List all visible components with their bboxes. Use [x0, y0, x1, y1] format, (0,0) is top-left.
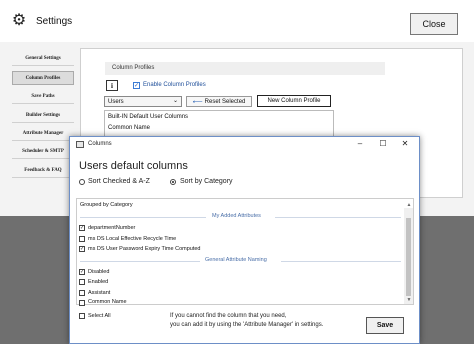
enable-column-profiles-checkbox[interactable]: ✓ — [133, 82, 140, 89]
scroll-up-icon[interactable]: ▲ — [405, 202, 413, 208]
settings-title: Settings — [36, 16, 73, 27]
save-button[interactable]: Save — [366, 317, 404, 334]
minimize-icon[interactable]: – — [355, 139, 365, 149]
footer-hint-line2: you can add it by using the 'Attribute M… — [170, 322, 324, 328]
nav-scheduler-smtp[interactable]: Scheduler & SMTP — [12, 145, 74, 159]
footer-hint-line1: If you cannot find the column that you n… — [170, 313, 287, 319]
column-label: Assistant — [88, 290, 111, 296]
column-checkbox[interactable] — [79, 236, 85, 242]
column-label: ms DS User Password Expiry Time Computed — [88, 246, 201, 252]
enable-column-profiles-label: Enable Column Profiles — [143, 82, 206, 88]
column-checkbox[interactable] — [79, 300, 85, 306]
nav-general-settings[interactable]: General Settings — [12, 52, 74, 66]
scroll-down-icon[interactable]: ▼ — [405, 297, 413, 303]
profile-type-select[interactable]: Users ⌄ — [104, 96, 182, 107]
nav-feedback-faq[interactable]: Feedback & FAQ — [12, 164, 74, 178]
sort-category-label: Sort by Category — [180, 178, 233, 185]
column-checkbox[interactable] — [79, 279, 85, 285]
column-checkbox[interactable]: ✓ — [79, 246, 85, 252]
info-icon[interactable]: i — [106, 80, 118, 91]
select-all-label: Select All — [88, 313, 111, 319]
gear-icon: ⚙ — [11, 12, 27, 29]
reset-selected-button[interactable]: ⟵ Reset Selected — [186, 96, 252, 107]
dialog-heading: Users default columns — [79, 160, 188, 172]
column-label: ms DS Local Effective Recycle Time — [88, 236, 177, 242]
column-checkbox[interactable] — [79, 290, 85, 296]
group-header: General Attribute Naming — [205, 257, 267, 263]
arrow-left-icon: ⟵ — [192, 98, 203, 106]
profile-type-value: Users — [108, 98, 124, 105]
group-header: My Added Attributes — [212, 213, 261, 219]
column-label: Disabled — [88, 269, 110, 275]
divider — [281, 261, 401, 262]
divider — [80, 261, 200, 262]
scrollbar-thumb[interactable] — [406, 218, 411, 296]
chevron-down-icon: ⌄ — [172, 98, 178, 104]
sort-checked-label: Sort Checked & A-Z — [88, 178, 150, 185]
dialog-title: Columns — [88, 141, 112, 147]
close-button[interactable]: Close — [410, 13, 458, 35]
grouped-by-label: Grouped by Category — [80, 202, 133, 208]
nav-builder-settings[interactable]: Builder Settings — [12, 109, 74, 123]
window-icon — [76, 141, 84, 148]
column-checkbox[interactable]: ✓ — [79, 225, 85, 231]
nav-attribute-manager[interactable]: Attribute Manager — [12, 127, 74, 141]
divider — [275, 217, 401, 218]
close-icon[interactable]: ✕ — [400, 139, 410, 149]
sort-checked-radio[interactable] — [79, 179, 85, 185]
nav-save-paths[interactable]: Save Paths — [12, 90, 74, 104]
list-item[interactable]: Built-IN Default User Columns — [108, 114, 188, 120]
divider — [80, 217, 206, 218]
select-all-checkbox[interactable] — [79, 313, 85, 319]
column-profiles-label: Column Profiles — [112, 65, 155, 71]
nav-column-profiles[interactable]: Column Profiles — [12, 71, 74, 85]
maximize-icon[interactable]: ☐ — [378, 139, 388, 149]
settings-nav: General Settings Column Profiles Save Pa… — [12, 52, 74, 184]
column-label: Common Name — [88, 299, 127, 305]
column-checkbox[interactable]: ✓ — [79, 269, 85, 275]
column-label: Enabled — [88, 279, 109, 285]
sort-category-radio[interactable] — [170, 179, 176, 185]
column-label: departmentNumber — [88, 225, 136, 231]
list-item[interactable]: Common Name — [108, 125, 150, 131]
reset-selected-label: Reset Selected — [204, 98, 246, 105]
new-column-profile-button[interactable]: New Column Profile — [257, 95, 331, 107]
